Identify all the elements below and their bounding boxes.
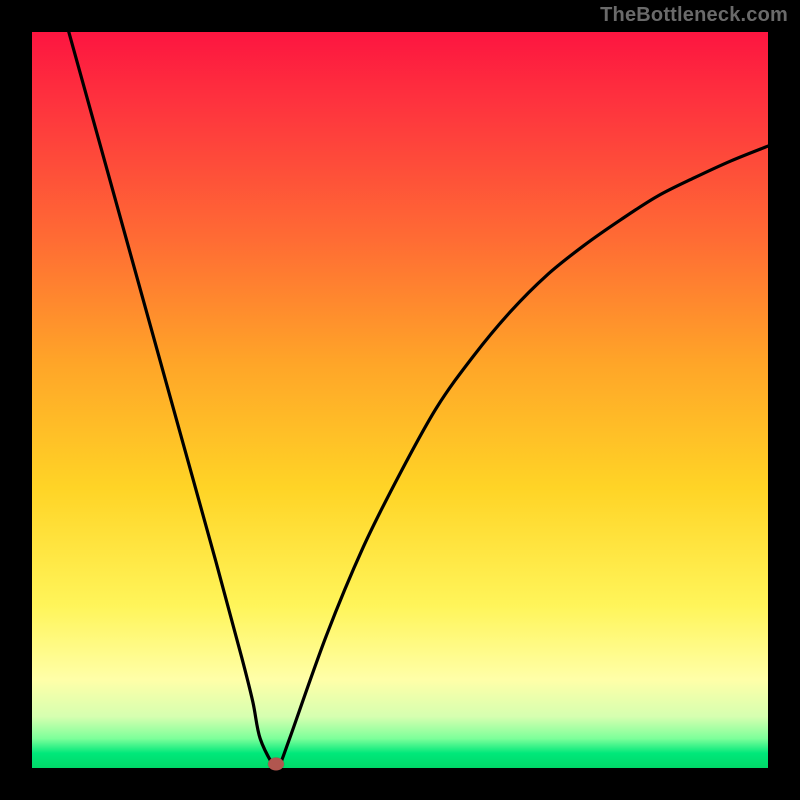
marker-dot — [268, 758, 284, 771]
chart-frame: TheBottleneck.com — [0, 0, 800, 800]
plot-area — [32, 32, 768, 768]
watermark-text: TheBottleneck.com — [600, 4, 788, 27]
bottleneck-curve — [32, 32, 768, 768]
